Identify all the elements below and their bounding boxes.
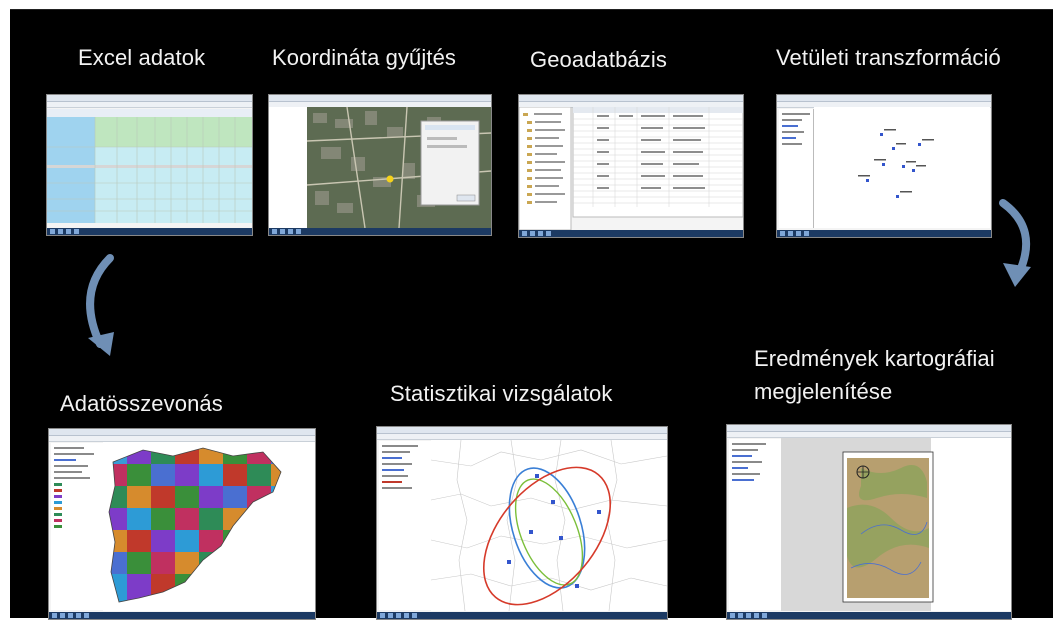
window-menubar bbox=[777, 95, 991, 102]
title-koordinata-gyujtes: Koordináta gyűjtés bbox=[272, 45, 457, 70]
table-of-contents-panel bbox=[729, 439, 782, 610]
point-layer-graphic bbox=[814, 107, 990, 228]
window-taskbar bbox=[777, 230, 991, 237]
ellipse-map-graphic bbox=[431, 440, 667, 611]
window-menubar bbox=[269, 95, 491, 102]
satellite-map-thumbnail[interactable] bbox=[268, 94, 492, 236]
title-geoadatbazis: Geoadatbázis bbox=[530, 47, 667, 72]
curved-arrow-right-icon bbox=[999, 199, 1031, 287]
title-eredmenyek-line1: Eredmények kartográfiai bbox=[754, 346, 995, 371]
curved-arrow-left-icon bbox=[86, 254, 114, 356]
title-adatosszevonas: Adatösszevonás bbox=[60, 391, 223, 416]
satellite-imagery-graphic bbox=[307, 107, 491, 228]
title-statisztikai-vizsgalatok: Statisztikai vizsgálatok bbox=[390, 381, 613, 406]
geodatabase-table-thumbnail[interactable] bbox=[518, 94, 744, 238]
window-menubar bbox=[377, 427, 667, 434]
attribute-table-graphic bbox=[519, 107, 743, 230]
cartographic-layout-thumbnail[interactable] bbox=[726, 424, 1012, 620]
window-taskbar bbox=[377, 612, 667, 619]
table-of-contents-panel bbox=[379, 441, 432, 610]
spreadsheet-grid-graphic bbox=[47, 109, 252, 223]
ellipse-analysis-thumbnail[interactable] bbox=[376, 426, 668, 620]
layout-view-graphic bbox=[781, 438, 1011, 611]
window-menubar bbox=[49, 429, 315, 436]
window-taskbar bbox=[269, 228, 491, 235]
table-of-contents-panel bbox=[779, 109, 814, 228]
window-taskbar bbox=[49, 612, 315, 619]
projected-points-thumbnail[interactable] bbox=[776, 94, 992, 238]
title-vetuleti-transzformacio: Vetületi transzformáció bbox=[776, 45, 1001, 70]
slide-canvas: Excel adatok Koordináta gyűjtés Geoadatb… bbox=[10, 9, 1053, 620]
choropleth-map-thumbnail[interactable] bbox=[48, 428, 316, 620]
choropleth-polygons-graphic bbox=[103, 442, 315, 611]
window-taskbar bbox=[727, 612, 1011, 619]
window-menubar bbox=[519, 95, 743, 102]
title-excel-adatok: Excel adatok bbox=[78, 45, 206, 70]
excel-spreadsheet-thumbnail[interactable] bbox=[46, 94, 253, 236]
places-panel bbox=[269, 107, 308, 228]
table-of-contents-panel bbox=[51, 443, 104, 610]
window-menubar bbox=[727, 425, 1011, 432]
window-taskbar bbox=[47, 228, 252, 235]
window-taskbar bbox=[519, 230, 743, 237]
title-eredmenyek-line2: megjelenítése bbox=[754, 379, 893, 404]
